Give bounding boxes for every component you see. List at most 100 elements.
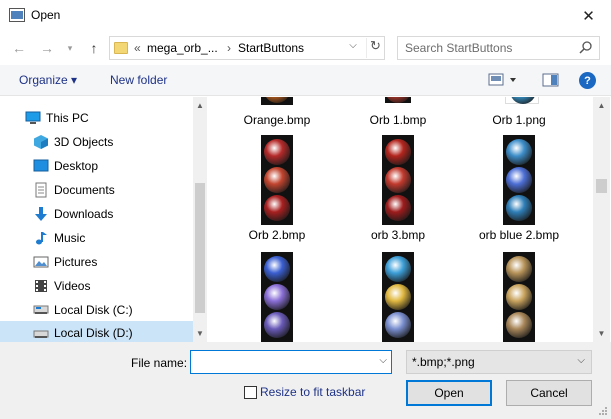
nav-label: This PC <box>46 111 89 125</box>
close-icon: ✕ <box>582 7 595 25</box>
orb-thumbnail-image <box>506 167 532 193</box>
scroll-up-icon[interactable]: ▲ <box>193 101 207 110</box>
help-icon[interactable]: ? <box>579 72 596 89</box>
file-item[interactable] <box>217 252 337 342</box>
window-app-icon <box>9 8 25 22</box>
file-list-scrollbar[interactable]: ▲ ▼ <box>593 97 610 342</box>
chevron-down-icon: ⌵ <box>577 355 585 366</box>
file-name: Orb 1.bmp <box>369 113 427 127</box>
breadcrumb-overflow[interactable]: « <box>134 41 141 55</box>
3d-objects-icon <box>34 135 48 149</box>
refresh-icon[interactable]: ↻ <box>366 38 384 58</box>
back-button[interactable]: ← <box>9 38 29 58</box>
file-name: orb 3.bmp <box>370 228 426 242</box>
arrow-right-icon: → <box>40 40 54 56</box>
forward-button[interactable]: → <box>37 38 57 58</box>
file-name: Orb 2.bmp <box>248 228 306 242</box>
drive-icon <box>33 305 49 314</box>
nav-label: Music <box>54 231 86 245</box>
dialog-footer: File name: ⌵ *.bmp;*.png ⌵ Resize to fit… <box>0 342 611 419</box>
nav-label: Videos <box>54 279 91 293</box>
nav-scrollbar[interactable]: ▲ ▼ <box>193 97 207 342</box>
drive-icon <box>33 330 49 338</box>
nav-item-desktop[interactable]: Desktop <box>0 154 193 178</box>
new-folder-button[interactable]: New folder <box>110 73 167 87</box>
nav-item-3d-objects[interactable]: 3D Objects <box>0 130 193 154</box>
chevron-down-icon[interactable]: ⌵ <box>379 355 387 366</box>
downloads-icon <box>35 207 47 221</box>
address-field[interactable]: « mega_orb_... › StartButtons ⌵ ↻ <box>109 36 385 60</box>
search-field[interactable]: Search StartButtons <box>397 36 600 60</box>
up-button[interactable]: ↑ <box>84 38 104 58</box>
orb-thumbnail-image <box>510 97 536 104</box>
orb-thumbnail-image <box>385 312 411 338</box>
change-view-icon[interactable] <box>488 72 518 88</box>
file-thumbnail <box>505 97 539 104</box>
nav-item-pictures[interactable]: Pictures <box>0 250 193 274</box>
nav-item-downloads[interactable]: Downloads <box>0 202 193 226</box>
nav-item-videos[interactable]: Videos <box>0 274 193 298</box>
file-item[interactable] <box>338 252 458 342</box>
file-thumbnail <box>261 135 293 225</box>
orb-thumbnail-image <box>264 139 290 165</box>
breadcrumb-mega-orb[interactable]: mega_orb_... <box>147 41 218 55</box>
pictures-icon <box>33 256 49 268</box>
file-scroll-thumb[interactable] <box>596 179 607 193</box>
nav-scroll-thumb[interactable] <box>195 183 205 313</box>
breadcrumb-separator[interactable]: › <box>227 41 231 55</box>
file-thumbnail <box>261 97 293 105</box>
close-button[interactable]: ✕ <box>566 0 611 31</box>
orb-thumbnail-image <box>264 97 290 103</box>
address-bar-row: ← → ▾ ↑ « mega_orb_... › StartButtons ⌵ … <box>0 31 611 65</box>
breadcrumb-startbuttons[interactable]: StartButtons <box>238 41 304 55</box>
orb-thumbnail-image <box>385 167 411 193</box>
search-placeholder: Search StartButtons <box>405 41 513 55</box>
file-name-field[interactable]: ⌵ <box>190 350 392 374</box>
scroll-up-icon[interactable]: ▲ <box>593 101 610 110</box>
scroll-down-icon[interactable]: ▼ <box>193 329 207 338</box>
file-list: Orange.bmp Orb 1.bmp Orb 1.png Orb 2.bmp… <box>207 97 593 342</box>
resize-checkbox-label[interactable]: Resize to fit taskbar <box>260 385 365 399</box>
orb-thumbnail-image <box>264 195 290 221</box>
orb-thumbnail-image <box>506 139 532 165</box>
chevron-down-icon: ▾ <box>67 42 73 53</box>
resize-checkbox[interactable] <box>244 386 257 399</box>
file-thumbnail <box>382 252 414 342</box>
file-item[interactable]: Orb 2.bmp <box>217 135 337 242</box>
nav-label: Downloads <box>54 207 114 221</box>
folder-icon <box>114 42 128 54</box>
nav-item-music[interactable]: Music <box>0 226 193 250</box>
orb-thumbnail-image <box>264 284 290 310</box>
file-item[interactable]: orb blue 2.bmp <box>459 135 579 242</box>
title-bar: Open ✕ <box>0 0 611 31</box>
file-type-filter[interactable]: *.bmp;*.png ⌵ <box>406 350 592 374</box>
file-item[interactable]: Orb 1.bmp <box>338 97 458 137</box>
orb-thumbnail-image <box>385 284 411 310</box>
documents-icon <box>35 182 47 198</box>
resize-grip-icon[interactable] <box>598 406 608 416</box>
nav-item-documents[interactable]: Documents <box>0 178 193 202</box>
orb-thumbnail-image <box>264 312 290 338</box>
nav-label: 3D Objects <box>54 135 114 149</box>
nav-item-local-disk-c[interactable]: Local Disk (C:) <box>0 298 193 322</box>
recent-locations-button[interactable]: ▾ <box>60 38 80 58</box>
file-item[interactable]: Orange.bmp <box>217 97 337 137</box>
organize-button[interactable]: Organize ▾ <box>19 73 77 87</box>
preview-pane-icon[interactable] <box>542 72 560 88</box>
file-thumbnail <box>503 135 535 225</box>
open-button[interactable]: Open <box>406 380 492 406</box>
file-item[interactable] <box>459 252 579 342</box>
file-name: orb blue 2.bmp <box>478 228 560 242</box>
file-item[interactable]: Orb 1.png <box>459 97 579 137</box>
file-thumbnail <box>382 135 414 225</box>
file-name: Orb 1.png <box>492 113 546 127</box>
orb-thumbnail-image <box>385 139 411 165</box>
file-item[interactable]: orb 3.bmp <box>338 135 458 242</box>
nav-item-this-pc[interactable]: This PC <box>0 106 193 130</box>
file-thumbnail <box>503 252 535 342</box>
nav-item-local-disk-d[interactable]: Local Disk (D:) <box>0 321 193 342</box>
cancel-button[interactable]: Cancel <box>506 380 592 406</box>
address-dropdown-icon[interactable]: ⌵ <box>345 40 361 56</box>
scroll-down-icon[interactable]: ▼ <box>593 329 610 338</box>
file-name-label: File name: <box>131 356 188 370</box>
